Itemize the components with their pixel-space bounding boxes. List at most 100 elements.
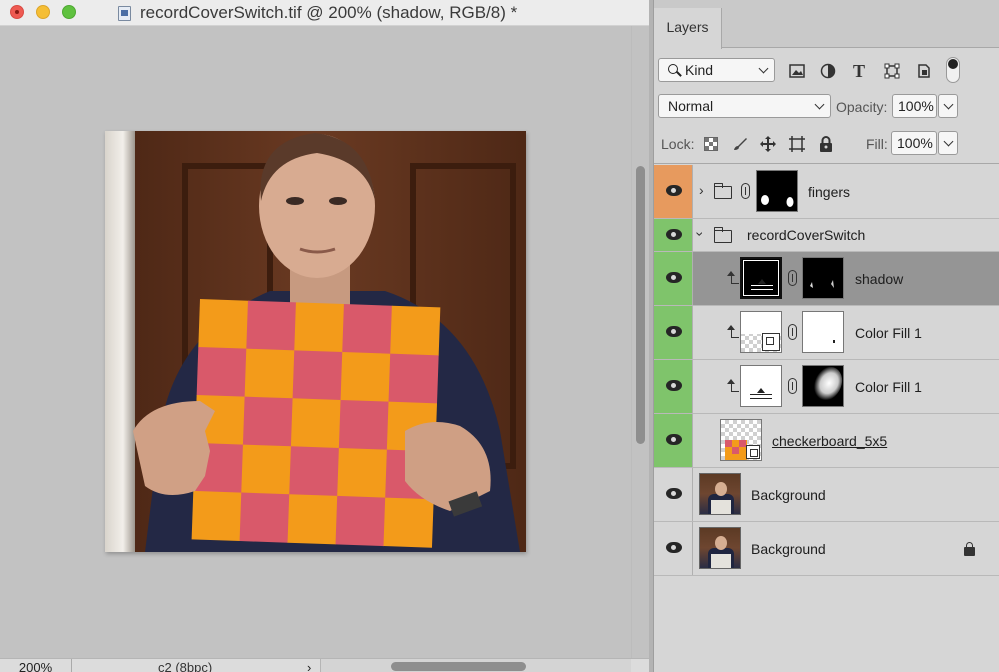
layer-thumbnail[interactable]: [740, 365, 782, 407]
visibility-cell[interactable]: [654, 165, 693, 218]
layer-row-shadow[interactable]: shadow: [654, 252, 999, 306]
visibility-cell[interactable]: [654, 360, 693, 413]
visibility-cell[interactable]: [654, 414, 693, 467]
layer-name[interactable]: Color Fill 1: [855, 379, 922, 395]
link-icon[interactable]: [741, 183, 750, 199]
checker-cell: [287, 494, 338, 545]
layer-thumbnail[interactable]: [740, 311, 782, 353]
folder-icon: [713, 183, 732, 199]
eye-icon[interactable]: [666, 542, 682, 553]
minimize-window-button[interactable]: [36, 5, 50, 19]
filter-kind-label: Kind: [685, 62, 714, 78]
layer-name[interactable]: Background: [751, 541, 826, 557]
maximize-window-button[interactable]: [62, 5, 76, 19]
eye-icon[interactable]: [666, 326, 682, 337]
tab-layers[interactable]: Layers: [654, 8, 722, 49]
visibility-cell[interactable]: [654, 252, 693, 305]
lock-transparent-pixels-icon[interactable]: [701, 134, 721, 154]
checker-cell: [292, 350, 343, 401]
close-window-button[interactable]: [10, 5, 24, 19]
checkerboard-record-cover[interactable]: [191, 299, 441, 548]
filter-kind-dropdown[interactable]: Kind: [658, 58, 775, 82]
checker-cell: [338, 399, 390, 451]
lock-position-icon[interactable]: [758, 134, 778, 154]
smart-object-badge-icon: [746, 445, 760, 459]
layer-mask-thumbnail[interactable]: [802, 257, 844, 299]
lock-icon: [964, 542, 975, 556]
document-titlebar: recordCoverSwitch.tif @ 200% (shadow, RG…: [0, 0, 649, 26]
layer-mask-thumbnail[interactable]: [802, 311, 844, 353]
smart-object-filter-icon[interactable]: [913, 60, 935, 82]
layer-row-fingers[interactable]: › fingers: [654, 165, 999, 219]
fill-field[interactable]: 100%: [891, 131, 937, 155]
shape-layer-filter-icon[interactable]: [881, 60, 903, 82]
layer-thumbnail[interactable]: [699, 473, 741, 515]
lock-all-icon[interactable]: [816, 134, 836, 154]
link-icon[interactable]: [788, 270, 797, 286]
blend-mode-dropdown[interactable]: Normal: [658, 94, 831, 118]
type-layer-filter-icon[interactable]: T: [848, 60, 870, 82]
layer-name[interactable]: Background: [751, 487, 826, 503]
layer-mask-thumbnail[interactable]: [802, 365, 844, 407]
layer-name[interactable]: Color Fill 1: [855, 325, 922, 341]
eye-icon[interactable]: [666, 380, 682, 391]
adjustment-symbol-icon: [750, 388, 772, 399]
layer-mask-thumbnail[interactable]: [756, 170, 798, 212]
layer-name[interactable]: checkerboard_5x5: [772, 433, 887, 449]
horizontal-scroll-thumb[interactable]: [391, 662, 526, 671]
blend-mode-label: Normal: [668, 98, 714, 114]
vertical-scrollbar[interactable]: [631, 26, 649, 658]
visibility-cell[interactable]: [654, 219, 693, 251]
layer-thumbnail[interactable]: [720, 419, 762, 461]
lock-image-pixels-icon[interactable]: [730, 134, 750, 154]
layer-row-background-locked[interactable]: Background: [654, 522, 999, 576]
chevron-down-icon: [758, 63, 769, 74]
visibility-cell[interactable]: [654, 522, 693, 575]
layer-name[interactable]: fingers: [808, 184, 850, 200]
prevent-artboard-nesting-icon[interactable]: [787, 134, 807, 154]
canvas-area[interactable]: [0, 26, 631, 658]
fill-dropdown-button[interactable]: [938, 131, 958, 155]
document-title: recordCoverSwitch.tif @ 200% (shadow, RG…: [118, 2, 517, 24]
clipping-mask-icon: [727, 271, 739, 284]
checker-cell: [388, 353, 439, 404]
zoom-level[interactable]: 200%: [0, 659, 72, 672]
eye-icon[interactable]: [666, 229, 682, 240]
link-icon[interactable]: [788, 378, 797, 394]
link-icon[interactable]: [788, 324, 797, 340]
opacity-dropdown-button[interactable]: [938, 94, 958, 118]
status-menu-arrow[interactable]: ›: [307, 659, 311, 672]
layer-filter-row: Kind T: [654, 49, 999, 89]
visibility-cell[interactable]: [654, 306, 693, 359]
layer-row-recordcoverswitch[interactable]: › recordCoverSwitch: [654, 219, 999, 252]
layer-thumbnail[interactable]: [699, 527, 741, 569]
checker-cell: [241, 444, 292, 495]
chevron-down-icon[interactable]: ›: [692, 232, 708, 237]
visibility-cell[interactable]: [654, 468, 693, 521]
clipping-mask-icon: [727, 325, 739, 338]
opacity-field[interactable]: 100%: [892, 94, 937, 118]
adjustment-layer-filter-icon[interactable]: [817, 60, 839, 82]
layer-name[interactable]: recordCoverSwitch: [747, 227, 865, 243]
document-window: recordCoverSwitch.tif @ 200% (shadow, RG…: [0, 0, 649, 672]
layer-row-color-fill-1[interactable]: Color Fill 1: [654, 306, 999, 360]
layer-row-color-fill-1-b[interactable]: Color Fill 1: [654, 360, 999, 414]
layer-name[interactable]: shadow: [855, 271, 903, 287]
checker-cell: [191, 490, 242, 542]
horizontal-scrollbar[interactable]: [320, 659, 631, 672]
eye-icon[interactable]: [666, 434, 682, 445]
eye-icon[interactable]: [666, 185, 682, 196]
layer-row-checkerboard[interactable]: checkerboard_5x5: [654, 414, 999, 468]
eye-icon[interactable]: [666, 488, 682, 499]
filter-toggle-switch[interactable]: [946, 57, 960, 83]
pixel-layer-filter-icon[interactable]: [786, 60, 808, 82]
chevron-right-icon[interactable]: ›: [699, 182, 704, 198]
panel-tab-bar: Layers: [654, 0, 999, 49]
layer-row-background[interactable]: Background: [654, 468, 999, 522]
vertical-scroll-thumb[interactable]: [636, 166, 645, 444]
layer-thumbnail[interactable]: [740, 257, 782, 299]
document-image[interactable]: [105, 131, 526, 552]
checker-cell: [340, 351, 391, 403]
eye-icon[interactable]: [666, 272, 682, 283]
adjustment-symbol-icon: [751, 279, 773, 290]
